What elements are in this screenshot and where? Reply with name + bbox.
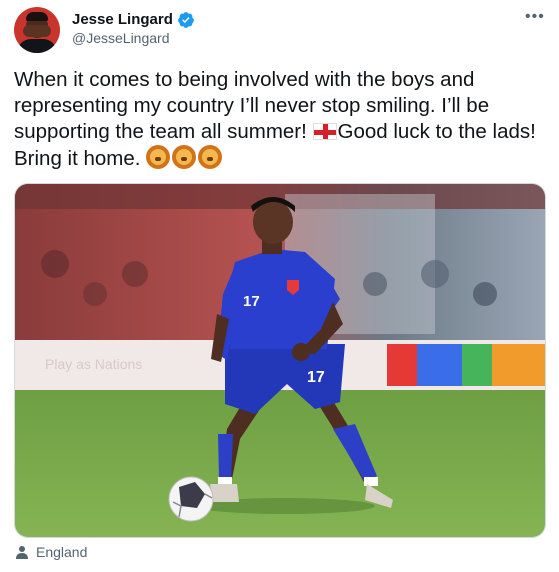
- shirt-number: 17: [243, 293, 260, 310]
- lion-face-icon: [198, 145, 223, 169]
- name-row[interactable]: Jesse Lingard: [72, 10, 195, 29]
- lion-face-icon: [146, 145, 171, 169]
- lion-face-icon: [172, 145, 197, 169]
- location-row[interactable]: England: [15, 544, 87, 560]
- person-icon: [16, 546, 28, 559]
- football-player-photo: Play as Nations 17 17: [15, 184, 545, 537]
- tweet-text: When it comes to being involved with the…: [14, 67, 544, 172]
- more-options-icon[interactable]: •••: [525, 8, 545, 26]
- avatar[interactable]: [14, 7, 60, 53]
- verified-badge-icon: [178, 11, 194, 28]
- user-handle[interactable]: @JesseLingard: [72, 30, 170, 46]
- england-flag-icon: [312, 123, 337, 140]
- tweet-photo[interactable]: Play as Nations 17 17: [14, 183, 546, 538]
- ad-board-text: Play as Nations: [45, 356, 142, 372]
- shorts-number: 17: [307, 369, 325, 386]
- display-name[interactable]: Jesse Lingard: [72, 11, 173, 28]
- location-label[interactable]: England: [36, 544, 87, 560]
